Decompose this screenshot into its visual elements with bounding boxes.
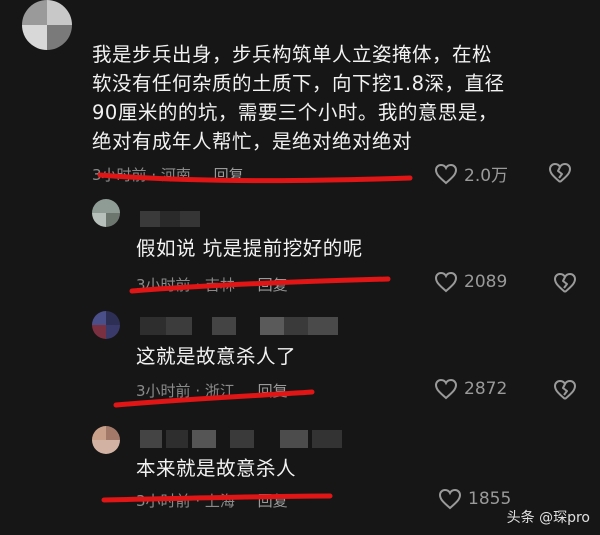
comment-1: 我是步兵出身，步兵构筑单人立姿掩体，在松 软没有任何杂质的土质下，向下挖1.8深… xyxy=(0,0,600,190)
dislike-button[interactable] xyxy=(553,272,577,298)
dislike-button[interactable] xyxy=(548,162,572,188)
broken-heart-icon xyxy=(549,163,571,183)
comment-3: 这就是故意杀人了 3小时前 · 浙江 回复 2872 xyxy=(0,305,600,415)
reply-button[interactable]: 回复 xyxy=(258,382,288,400)
comment-time: 3小时前 xyxy=(136,492,191,510)
heart-icon xyxy=(434,271,458,293)
comment-location: 上海 xyxy=(204,492,235,510)
broken-heart-icon xyxy=(554,273,576,293)
reply-button[interactable]: 回复 xyxy=(214,166,244,184)
like-count: 1855 xyxy=(468,489,512,509)
comment-line: 90厘米的的坑，需要三个小时。我的意思是， xyxy=(92,101,498,124)
comment-location: 河南 xyxy=(160,166,191,184)
comment-location: 浙江 xyxy=(204,382,235,400)
avatar[interactable] xyxy=(92,426,120,454)
like-count: 2872 xyxy=(464,379,508,399)
comment-time: 3小时前 xyxy=(136,382,191,400)
heart-icon xyxy=(438,488,462,510)
avatar[interactable] xyxy=(22,0,72,50)
watermark: 头条 @琛pro xyxy=(507,507,590,527)
comment-line: 本来就是故意杀人 xyxy=(136,457,297,480)
comment-meta: 3小时前 · 浙江 回复 xyxy=(136,382,288,400)
avatar[interactable] xyxy=(92,311,120,339)
comment-2: 假如说 坑是提前挖好的呢 3小时前 · 吉林 回复 2089 xyxy=(0,195,600,305)
like-button[interactable]: 2.0万 xyxy=(434,161,508,186)
broken-heart-icon xyxy=(554,380,576,400)
comment-location: 吉林 xyxy=(204,276,235,294)
like-button[interactable]: 1855 xyxy=(438,488,511,510)
comment-line: 这就是故意杀人了 xyxy=(136,345,297,368)
comment-meta: 3小时前 · 上海 回复 xyxy=(136,492,288,510)
comment-line: 软没有任何杂质的土质下，向下挖1.8深，直径 xyxy=(92,72,505,95)
like-count: 2089 xyxy=(464,272,508,292)
comment-time: 3小时前 xyxy=(136,276,191,294)
comment-line: 绝对有成年人帮忙，是绝对绝对绝对 xyxy=(92,130,413,153)
comment-text: 我是步兵出身，步兵构筑单人立姿掩体，在松 软没有任何杂质的土质下，向下挖1.8深… xyxy=(92,40,592,156)
like-button[interactable]: 2872 xyxy=(434,378,507,400)
username-blurred[interactable] xyxy=(140,317,340,335)
avatar[interactable] xyxy=(92,199,120,227)
comment-text: 这就是故意杀人了 xyxy=(136,342,556,371)
dislike-button[interactable] xyxy=(553,379,577,405)
username-blurred[interactable] xyxy=(140,430,350,448)
comment-meta: 3小时前 · 吉林 回复 xyxy=(136,276,288,294)
heart-icon xyxy=(434,163,458,184)
like-count: 2.0万 xyxy=(464,166,509,186)
username-blurred[interactable] xyxy=(140,211,200,227)
heart-icon xyxy=(434,378,458,400)
comment-time: 3小时前 xyxy=(92,166,147,184)
comment-meta: 3小时前 · 河南 回复 xyxy=(92,166,244,184)
reply-button[interactable]: 回复 xyxy=(258,492,288,510)
like-button[interactable]: 2089 xyxy=(434,271,507,293)
comment-text: 假如说 坑是提前挖好的呢 xyxy=(136,234,556,263)
comment-line: 我是步兵出身，步兵构筑单人立姿掩体，在松 xyxy=(92,43,493,66)
reply-button[interactable]: 回复 xyxy=(258,276,288,294)
comment-text: 本来就是故意杀人 xyxy=(136,454,556,483)
watermark-text: 头条 @琛pro xyxy=(506,510,590,526)
comment-line: 假如说 坑是提前挖好的呢 xyxy=(136,237,363,260)
